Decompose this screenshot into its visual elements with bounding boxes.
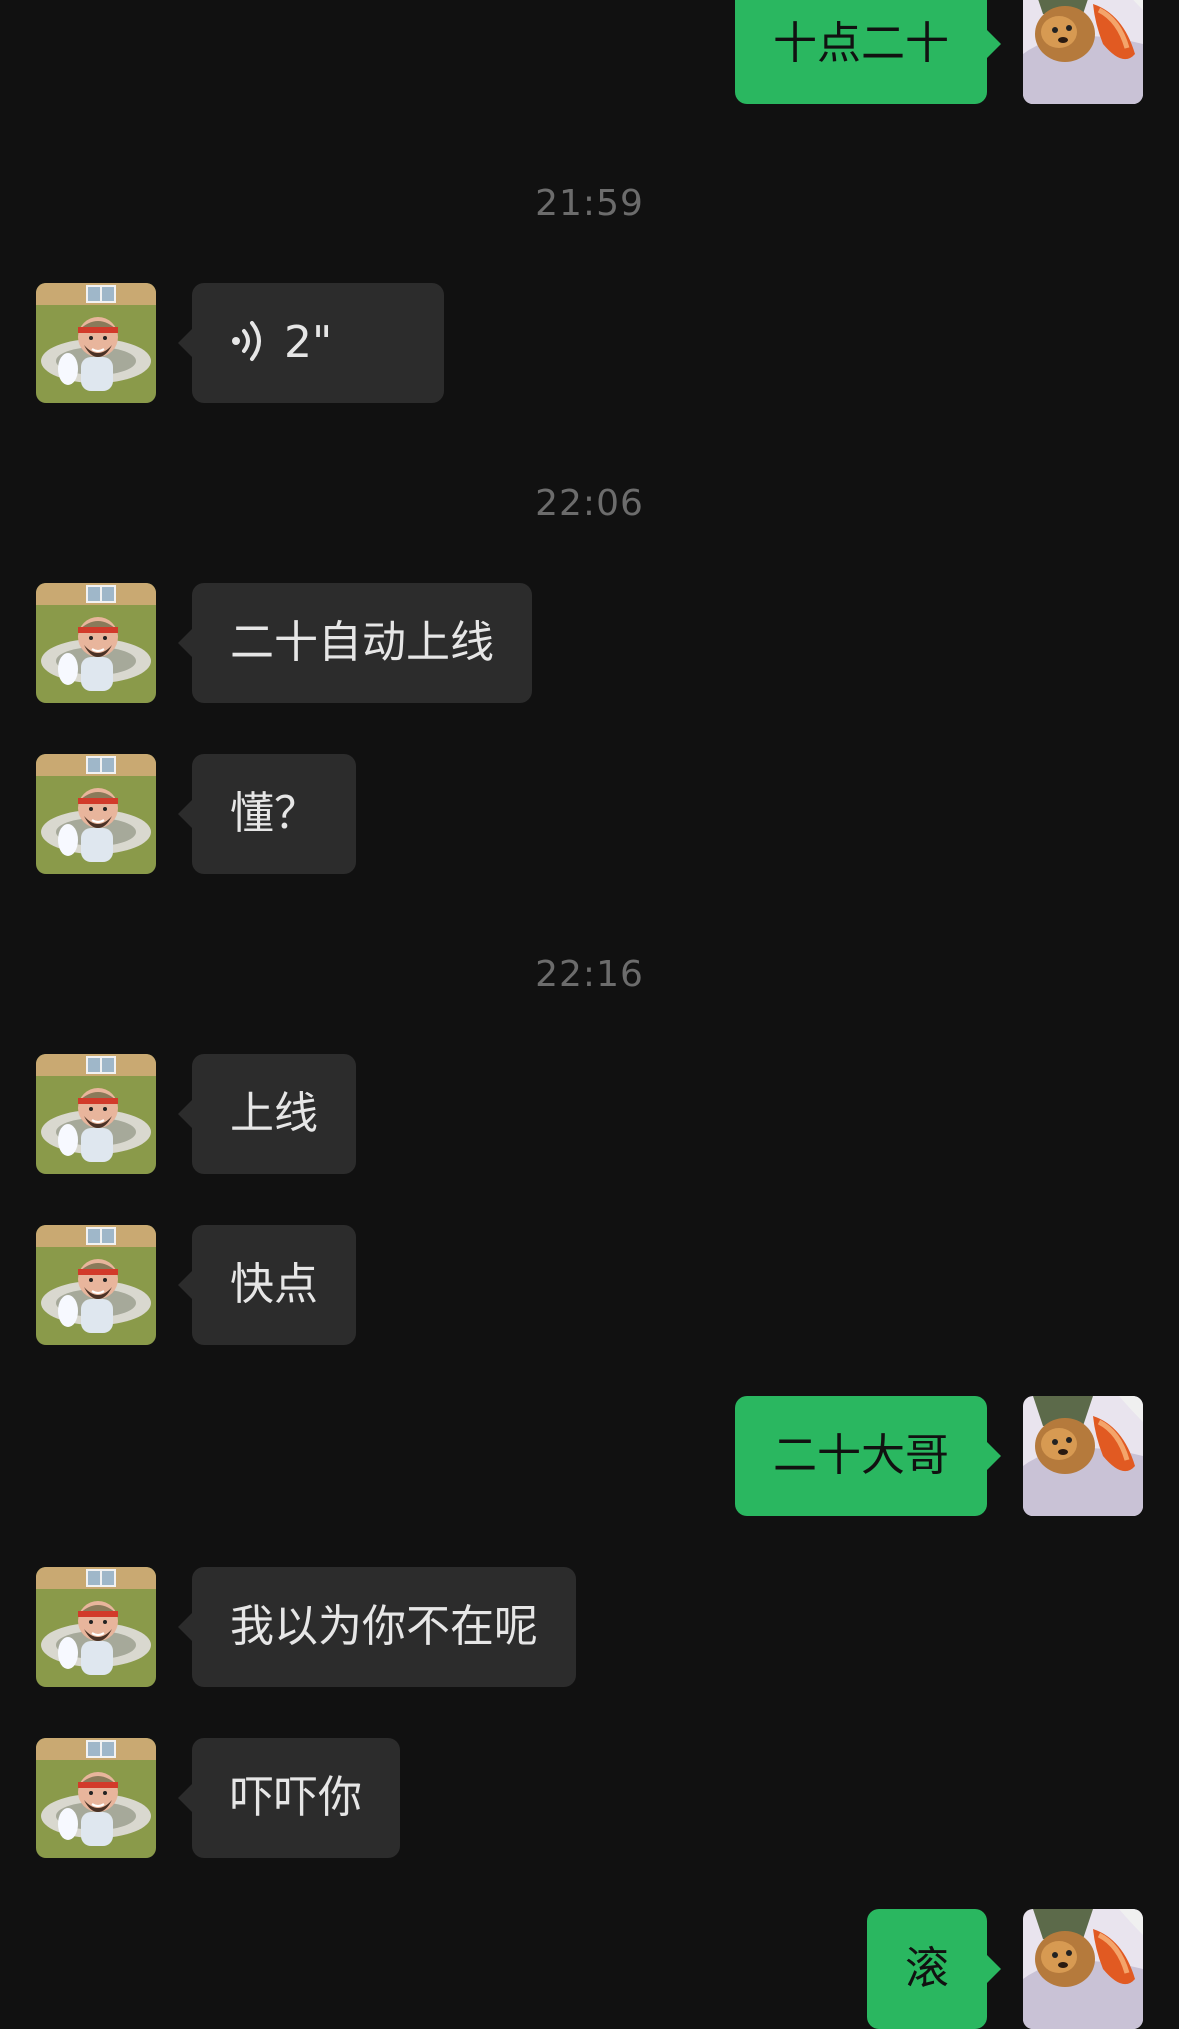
message-text: 二十大哥 (773, 1430, 949, 1481)
message-bubble-outgoing[interactable]: 二十大哥 (735, 1396, 1001, 1516)
avatar-image (36, 1738, 156, 1858)
message-bubble-incoming[interactable]: 上线 (178, 1054, 356, 1174)
message-text: 快点 (230, 1259, 318, 1310)
message-bubble-incoming[interactable]: 懂？ (178, 754, 356, 874)
timestamp: 21:59 (535, 183, 644, 224)
voice-duration: 2" (284, 317, 333, 368)
avatar-contact[interactable] (36, 283, 156, 403)
message-bubble-outgoing[interactable]: 滚 (867, 1909, 1001, 2029)
message-text: 二十自动上线 (230, 617, 494, 668)
timestamp: 22:16 (535, 954, 644, 995)
chat-area[interactable]: 十点二十 21:59 2" 22:06 二十自动上线 懂？ 22:16 上线 快… (0, 0, 1179, 2029)
message-text: 上线 (230, 1088, 318, 1139)
message-text: 我以为你不在呢 (230, 1601, 538, 1652)
avatar-self[interactable] (1023, 1909, 1143, 2029)
avatar-image (36, 754, 156, 874)
voice-message-bubble[interactable]: 2" (178, 283, 444, 403)
avatar-contact[interactable] (36, 1054, 156, 1174)
message-text: 吓吓你 (230, 1772, 362, 1823)
message-bubble-incoming[interactable]: 我以为你不在呢 (178, 1567, 576, 1687)
voice-wave-icon (232, 321, 261, 361)
avatar-contact[interactable] (36, 754, 156, 874)
avatar-image (1023, 1909, 1143, 2029)
message-bubble-incoming[interactable]: 快点 (178, 1225, 356, 1345)
timestamp: 22:06 (535, 483, 644, 524)
avatar-image (36, 1567, 156, 1687)
avatar-image (36, 583, 156, 703)
message-bubble-incoming[interactable]: 二十自动上线 (178, 583, 532, 703)
avatar-contact[interactable] (36, 1738, 156, 1858)
message-bubble-incoming[interactable]: 吓吓你 (178, 1738, 400, 1858)
message-text: 滚 (905, 1943, 949, 1994)
avatar-image (36, 1054, 156, 1174)
avatar-contact[interactable] (36, 1567, 156, 1687)
avatar-image (36, 283, 156, 403)
avatar-contact[interactable] (36, 583, 156, 703)
message-text: 十点二十 (773, 18, 949, 69)
message-text: 懂？ (230, 788, 318, 839)
avatar-image (1023, 1396, 1143, 1516)
avatar-self[interactable] (1023, 1396, 1143, 1516)
message-bubble-outgoing[interactable]: 十点二十 (735, 0, 1001, 104)
avatar-image (1023, 0, 1143, 104)
avatar-contact[interactable] (36, 1225, 156, 1345)
avatar-self[interactable] (1023, 0, 1143, 104)
avatar-image (36, 1225, 156, 1345)
